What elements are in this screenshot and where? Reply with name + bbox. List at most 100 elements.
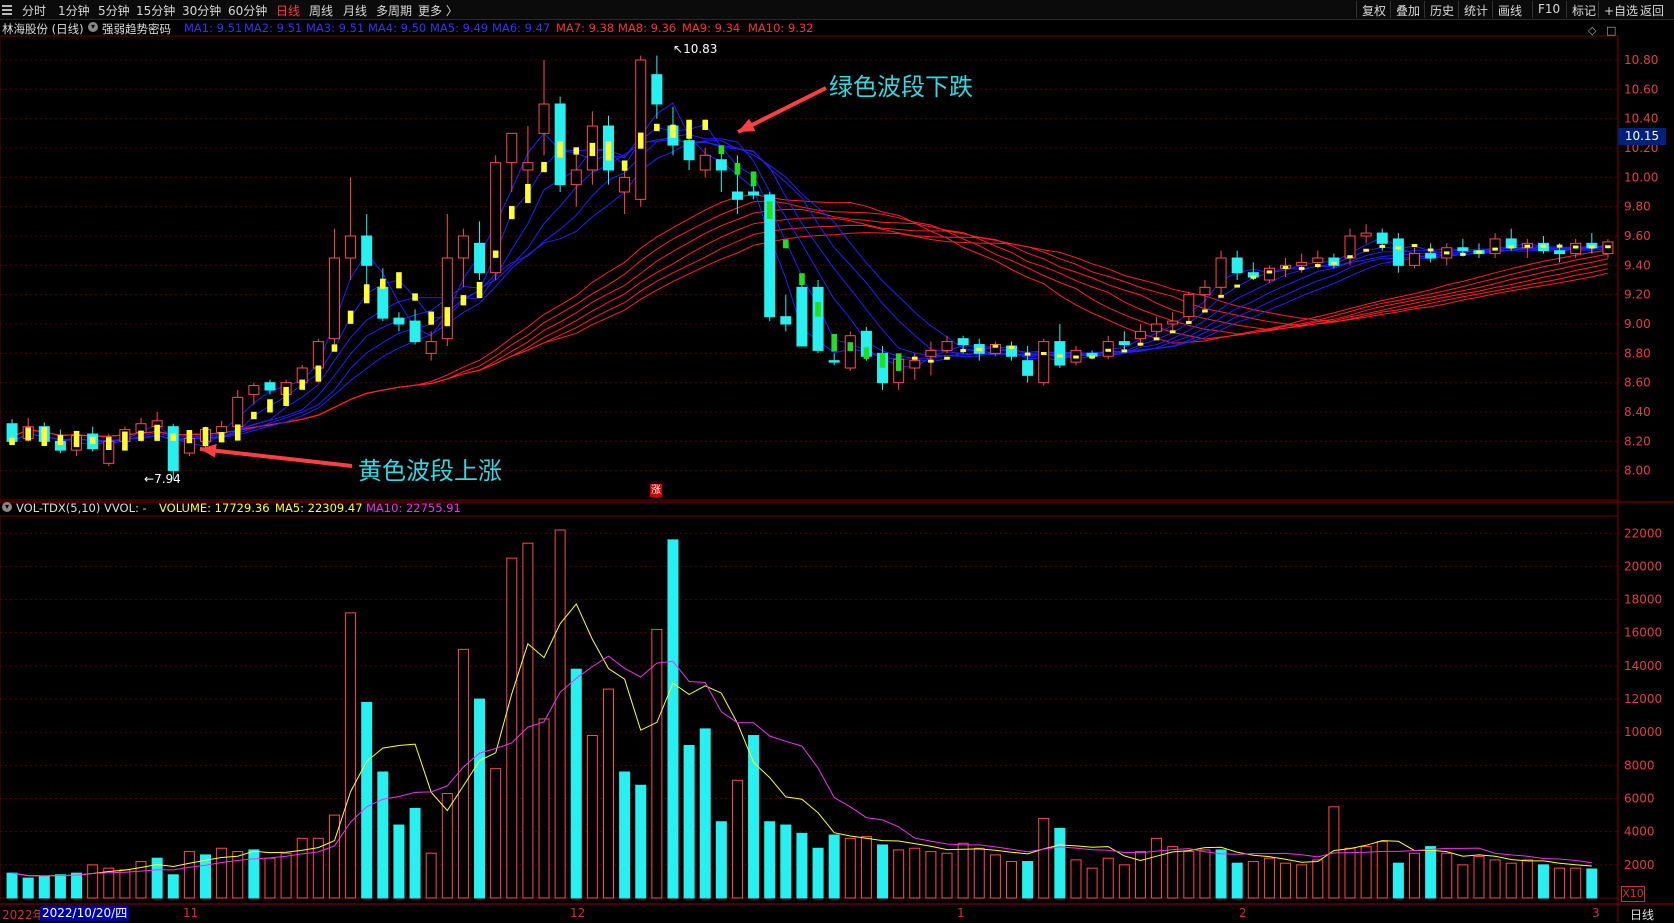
volume-bar[interactable] xyxy=(1473,856,1485,899)
volume-bar[interactable] xyxy=(1489,859,1501,899)
candle-body[interactable] xyxy=(1199,286,1211,296)
candle-body[interactable] xyxy=(635,59,647,200)
candle-body[interactable] xyxy=(248,385,260,395)
volume-bar[interactable] xyxy=(909,847,921,899)
volume-bar[interactable] xyxy=(538,718,550,899)
candle-body[interactable] xyxy=(1296,261,1308,266)
candle-body[interactable] xyxy=(1038,341,1050,384)
volume-bar[interactable] xyxy=(683,744,695,899)
volume-bar[interactable] xyxy=(731,779,743,899)
candle-body[interactable] xyxy=(909,360,921,369)
candle-body[interactable] xyxy=(699,154,711,171)
candle-body[interactable] xyxy=(216,426,228,434)
volume-bar[interactable] xyxy=(603,688,614,899)
volume-bar[interactable] xyxy=(844,837,856,899)
volume-bar[interactable] xyxy=(1360,846,1372,899)
volume-bar[interactable] xyxy=(1054,827,1066,899)
volume-bar[interactable] xyxy=(1215,849,1227,899)
volume-bar[interactable] xyxy=(1537,864,1549,899)
volume-bar[interactable] xyxy=(1296,864,1308,899)
candle-body[interactable] xyxy=(264,382,276,391)
candle-body[interactable] xyxy=(1183,294,1195,318)
candle-body[interactable] xyxy=(1215,257,1227,288)
volume-bar[interactable] xyxy=(1134,851,1146,899)
candle-body[interactable] xyxy=(457,235,469,259)
volume-bar[interactable] xyxy=(893,849,905,899)
volume-bar[interactable] xyxy=(183,851,195,899)
candle-body[interactable] xyxy=(828,360,840,363)
volume-bar[interactable] xyxy=(828,834,840,899)
candle-body[interactable] xyxy=(1425,253,1437,259)
volume-bar[interactable] xyxy=(167,874,179,899)
volume-bar[interactable] xyxy=(667,539,679,899)
zhang-badge[interactable]: 涨 xyxy=(650,484,662,497)
candle-body[interactable] xyxy=(796,286,808,347)
candle-body[interactable] xyxy=(538,103,550,134)
volume-bar[interactable] xyxy=(393,824,405,899)
volume-bar[interactable] xyxy=(506,557,518,899)
candle-body[interactable] xyxy=(941,341,953,351)
candle-body[interactable] xyxy=(377,286,389,319)
candle-body[interactable] xyxy=(393,317,405,325)
candle-body[interactable] xyxy=(1231,257,1243,274)
candle-body[interactable] xyxy=(1344,235,1356,259)
candle-body[interactable] xyxy=(1376,232,1388,244)
volume-bar[interactable] xyxy=(345,612,357,899)
volume-bar[interactable] xyxy=(1022,861,1034,899)
volume-bar[interactable] xyxy=(796,832,808,899)
volume-bar[interactable] xyxy=(1570,867,1582,899)
volume-bar[interactable] xyxy=(1376,841,1388,899)
candle-body[interactable] xyxy=(312,341,324,369)
candle-body[interactable] xyxy=(780,316,792,325)
volume-bar[interactable] xyxy=(1183,851,1195,899)
candle-body[interactable] xyxy=(1312,257,1324,263)
volume-bar[interactable] xyxy=(1586,868,1598,899)
kline-chart[interactable]: 8.00 8.20 8.40 8.60 8.80 9.00 9.20 9.40 9.60 9.80… xyxy=(0,0,1674,922)
volume-bar[interactable] xyxy=(812,847,824,899)
candle-body[interactable] xyxy=(651,74,663,105)
candle-body[interactable] xyxy=(441,257,453,340)
candle-body[interactable] xyxy=(1022,360,1034,376)
volume-bar[interactable] xyxy=(1505,862,1517,899)
volume-bar[interactable] xyxy=(1409,852,1420,899)
candle-body[interactable] xyxy=(328,257,340,340)
candle-body[interactable] xyxy=(409,320,421,343)
volume-bar[interactable] xyxy=(296,837,308,899)
candle-body[interactable] xyxy=(812,286,824,351)
volume-bar[interactable] xyxy=(54,874,66,899)
volume-bar[interactable] xyxy=(409,807,421,899)
volume-bar[interactable] xyxy=(457,648,469,899)
volume-bar[interactable] xyxy=(973,847,985,899)
candle-body[interactable] xyxy=(522,162,534,171)
volume-bar[interactable] xyxy=(522,542,534,899)
volume-bar[interactable] xyxy=(1554,867,1566,899)
volume-bar[interactable] xyxy=(1247,861,1259,899)
volume-bar[interactable] xyxy=(989,854,1001,899)
volume-bar[interactable] xyxy=(1344,847,1356,899)
candle-body[interactable] xyxy=(167,426,179,472)
volume-bar[interactable] xyxy=(1118,864,1130,899)
volume-bar[interactable] xyxy=(586,735,598,899)
volume-bar[interactable] xyxy=(554,529,566,899)
volume-bar[interactable] xyxy=(925,851,937,899)
volume-bar[interactable] xyxy=(474,698,486,899)
volume-bar[interactable] xyxy=(71,872,83,899)
candle-body[interactable] xyxy=(345,235,357,259)
candle-body[interactable] xyxy=(506,132,518,164)
volume-bar[interactable] xyxy=(748,735,760,899)
candle-body[interactable] xyxy=(1489,238,1501,255)
volume-indicator-name[interactable]: VOL-TDX(5,10) VVOL: - xyxy=(16,501,147,515)
candle-body[interactable] xyxy=(1167,320,1179,325)
volume-bar[interactable] xyxy=(1441,852,1453,899)
candle-body[interactable] xyxy=(361,235,373,266)
volume-bar[interactable] xyxy=(1070,859,1082,899)
volume-bar[interactable] xyxy=(280,852,292,899)
volume-bar[interactable] xyxy=(1038,817,1050,899)
volume-bar[interactable] xyxy=(38,875,50,899)
candle-body[interactable] xyxy=(925,349,937,357)
volume-bar[interactable] xyxy=(780,824,792,899)
volume-bar[interactable] xyxy=(1425,846,1437,899)
candle-body[interactable] xyxy=(1409,253,1420,266)
volume-bar[interactable] xyxy=(425,852,437,899)
volume-bar[interactable] xyxy=(1151,837,1163,899)
